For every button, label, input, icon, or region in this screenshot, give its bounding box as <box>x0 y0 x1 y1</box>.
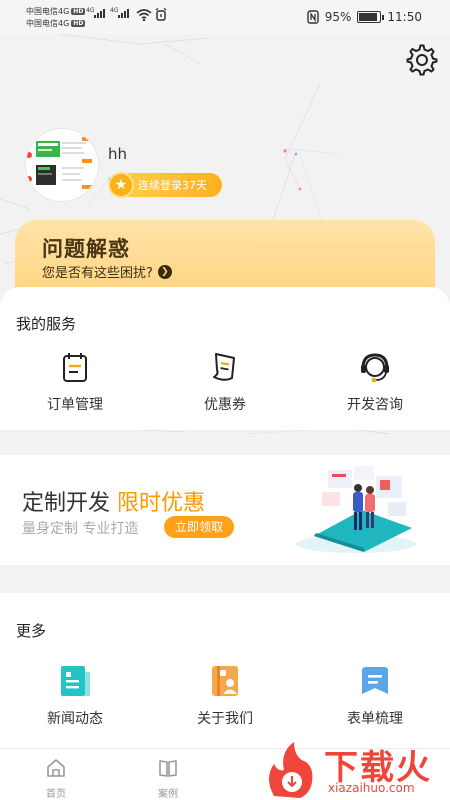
status-right: 95% 11:50 <box>307 10 422 24</box>
avatar-image <box>26 129 98 201</box>
about-icon <box>212 666 238 696</box>
question-card-subtitle[interactable]: 您是否有这些困扰? ❯ <box>42 262 172 281</box>
promo-title-text: 定制开发 <box>22 491 111 516</box>
star-icon: ★ <box>108 172 134 198</box>
news-button[interactable]: 新闻动态 <box>0 664 150 728</box>
form-sort-button[interactable]: 表单梳理 <box>300 664 450 728</box>
carrier-1: 中国电信4G HD <box>26 6 86 17</box>
news-label: 新闻动态 <box>47 711 103 727</box>
form-icon <box>362 667 388 694</box>
book-icon <box>159 760 177 777</box>
tab-home[interactable]: 首页 <box>26 757 86 800</box>
promo-subtitle: 量身定制 专业打造 <box>22 521 139 537</box>
settings-gear-icon[interactable] <box>405 43 439 77</box>
signal-icon <box>94 9 105 18</box>
status-bar: 中国电信4G HD 中国电信4G HD 4G 4G 95% 11:50 <box>0 0 450 34</box>
carrier-2: 中国电信4G HD <box>26 18 86 29</box>
headset-icon <box>361 353 389 383</box>
watermark-url: xiazaihuo.com <box>328 781 415 795</box>
signal-icon <box>118 9 129 18</box>
clipboard-icon <box>63 353 87 382</box>
battery-icon <box>357 11 385 23</box>
nfc-icon <box>307 10 319 24</box>
news-icon <box>61 666 90 696</box>
username: hh <box>108 145 128 163</box>
dev-consult-button[interactable]: 开发咨询 <box>300 350 450 414</box>
chevron-right-icon: ❯ <box>157 264 172 279</box>
avatar[interactable] <box>26 129 98 201</box>
more-title: 更多 <box>16 622 47 640</box>
about-us-label: 关于我们 <box>197 711 253 727</box>
coupon-label: 优惠券 <box>204 397 246 413</box>
tab-cases[interactable]: 案例 <box>138 757 198 800</box>
form-sort-label: 表单梳理 <box>347 711 403 727</box>
home-icon <box>47 759 65 777</box>
promo-highlight: 限时优惠 <box>117 491 206 516</box>
login-streak-badge: ★ 连续登录37天 <box>108 172 222 198</box>
services-title: 我的服务 <box>16 315 77 333</box>
wifi-icon <box>136 9 152 22</box>
login-streak-label: 连续登录37天 <box>138 179 207 192</box>
question-card-subtitle-text: 您是否有这些困扰? <box>42 266 153 281</box>
dev-consult-label: 开发咨询 <box>347 397 403 413</box>
clock: 11:50 <box>387 10 422 24</box>
question-card-title: 问题解惑 <box>42 237 130 261</box>
tab-cases-label: 案例 <box>158 789 178 800</box>
promo-title: 定制开发 限时优惠 <box>22 485 205 517</box>
alarm-icon <box>155 8 167 21</box>
coupon-button[interactable]: 优惠券 <box>150 350 300 414</box>
promo-illustration <box>296 466 416 553</box>
battery-percent: 95% <box>324 10 352 24</box>
order-management-button[interactable]: 订单管理 <box>0 350 150 414</box>
carrier-1-label: 中国电信4G <box>26 7 70 16</box>
carrier-2-label: 中国电信4G <box>26 19 70 28</box>
tab-home-label: 首页 <box>46 789 66 800</box>
claim-now-button[interactable]: 立即领取 <box>164 516 234 538</box>
coupon-icon <box>213 353 235 381</box>
about-us-button[interactable]: 关于我们 <box>150 664 300 728</box>
hd-badge: HD <box>71 8 86 15</box>
hd-badge: HD <box>71 20 86 27</box>
order-management-label: 订单管理 <box>47 397 103 413</box>
